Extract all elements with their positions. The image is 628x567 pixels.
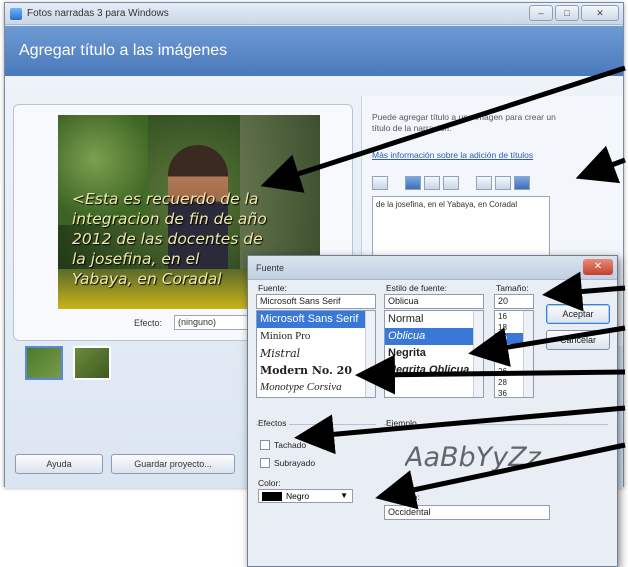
color-value: Negro [286,491,310,501]
size-list-scrollbar[interactable] [523,311,533,397]
size-label: Tamaño: [496,283,529,293]
close-button[interactable]: ✕ [581,5,619,21]
underline-checkbox[interactable]: Subrayado [260,458,315,468]
effect-label: Efecto: [134,318,163,328]
more-info-link[interactable]: Más información sobre la adición de títu… [372,150,562,161]
align-right-icon[interactable] [443,176,459,190]
align-top-icon[interactable] [476,176,492,190]
style-input[interactable]: Oblicua [384,294,484,309]
dialog-title: Fuente [256,263,285,273]
color-swatch [262,492,282,501]
font-list-item[interactable]: Monotype Corsiva [257,379,375,396]
font-list-item[interactable]: Microsoft Sans Serif [257,311,375,328]
align-middle-icon[interactable] [495,176,511,190]
cancel-button[interactable]: Cancelar [546,330,610,350]
strikeout-label: Tachado [274,440,307,450]
font-list-scrollbar[interactable] [365,311,375,397]
size-list: 16 18 20 22 24 26 28 36 [494,310,534,398]
style-list-item[interactable]: Negrita [385,345,483,362]
title-bar: Fotos narradas 3 para Windows – □ ✕ [5,3,623,25]
style-list: Normal Oblicua Negrita Negrita Oblicua [384,310,484,398]
color-label: Color: [258,478,281,488]
font-list-item[interactable]: Modern No. 20 [257,362,375,379]
script-select[interactable]: Occidental [384,505,550,520]
script-label: Alfabeto: [386,492,420,502]
thumbnail[interactable] [73,346,111,380]
font-list: Microsoft Sans Serif Minion Pro Mistral … [256,310,376,398]
font-button-icon[interactable] [372,176,388,190]
align-center-icon[interactable] [424,176,440,190]
checkbox-box[interactable] [260,440,270,450]
style-list-item[interactable]: Normal [385,311,483,328]
help-button[interactable]: Ayuda [15,454,103,474]
style-list-item[interactable]: Oblicua [385,328,483,345]
dialog-close-button[interactable]: ✕ [583,259,613,275]
accept-button[interactable]: Aceptar [546,304,610,324]
save-project-button[interactable]: Guardar proyecto... [111,454,235,474]
app-icon [10,8,22,20]
sample-label: Ejemplo [386,418,420,428]
help-text: Puede agregar título a una imagen para c… [372,112,556,133]
page-header: Agregar título a las imágenes [5,26,623,76]
align-left-icon[interactable] [405,176,421,190]
font-list-item[interactable]: Mistral [257,345,375,362]
caption-line: <Esta es recuerdo de la [72,190,259,208]
font-list-item[interactable]: Minion Pro [257,328,375,345]
style-list-scrollbar[interactable] [473,311,483,397]
font-input[interactable]: Microsoft Sans Serif [256,294,376,309]
minimize-button[interactable]: – [529,5,553,21]
caption-line: 2012 de las docentes de [72,230,263,248]
color-select[interactable]: Negro ▼ [258,489,353,503]
window-controls: – □ ✕ [529,5,619,21]
style-label: Estilo de fuente: [386,283,447,293]
align-bottom-icon[interactable] [514,176,530,190]
underline-label: Subrayado [274,458,316,468]
strikeout-checkbox[interactable]: Tachado [260,440,306,450]
maximize-button[interactable]: □ [555,5,579,21]
checkbox-box[interactable] [260,458,270,468]
effects-label: Efectos [258,418,290,428]
font-sample-text: AaBbYyZz [405,442,541,473]
page-title: Agregar título a las imágenes [19,42,228,59]
screenshot-root: Fotos narradas 3 para Windows – □ ✕ Agre… [0,0,628,567]
dialog-title-bar: Fuente ✕ [248,256,617,280]
size-input[interactable]: 20 [494,294,534,309]
style-list-item[interactable]: Negrita Oblicua [385,362,483,379]
window-title: Fotos narradas 3 para Windows [27,8,169,19]
font-label: Fuente: [258,283,287,293]
thumbnail[interactable] [25,346,63,380]
chevron-down-icon[interactable]: ▼ [340,491,348,500]
caption-line: integracion de fin de año [72,210,267,228]
format-toolbar [372,176,530,192]
